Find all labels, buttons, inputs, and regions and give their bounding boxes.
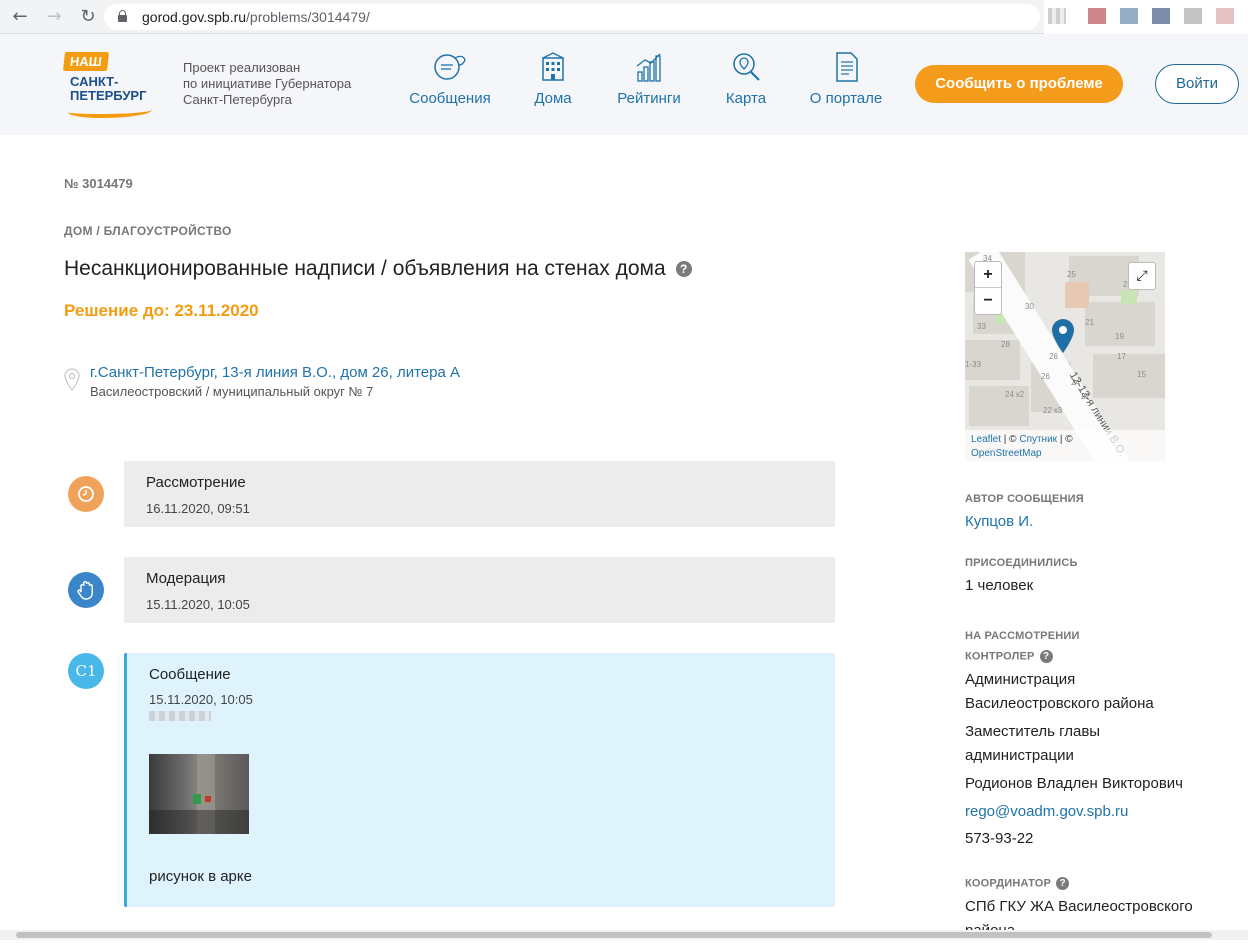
browser-toolbar: ← → ↻ gorod.gov.spb.ru/problems/3014479/ bbox=[0, 0, 1248, 34]
timeline-item-moderation: Модерация 15.11.2020, 10:05 bbox=[124, 557, 835, 623]
address-bar[interactable]: gorod.gov.spb.ru/problems/3014479/ bbox=[104, 4, 1040, 30]
extension-icon[interactable] bbox=[1184, 8, 1202, 24]
review-label: НА РАССМОТРЕНИИ bbox=[965, 630, 1080, 642]
extension-icon[interactable] bbox=[1048, 8, 1066, 24]
extension-icon[interactable] bbox=[1120, 8, 1138, 24]
document-icon bbox=[836, 52, 858, 82]
location-map[interactable]: 34 25 23 30 21 33 28 19 26 17 26 24 15 2… bbox=[965, 252, 1165, 461]
problem-number: № 3014479 bbox=[64, 176, 133, 191]
problem-title: Несанкционированные надписи / объявления… bbox=[64, 257, 692, 281]
controller-phone: 573-93-22 bbox=[965, 830, 1034, 847]
site-header: НАШ САНКТ- ПЕТЕРБУРГ Проект реализован п… bbox=[0, 34, 1248, 135]
controller-org: Администрация Василеостровского района bbox=[965, 671, 1154, 712]
nav-map[interactable]: Карта bbox=[720, 50, 772, 107]
login-button[interactable]: Войти bbox=[1155, 64, 1239, 104]
map-attribution: Leaflet | © Спутник | © OpenStreetMap bbox=[965, 430, 1165, 461]
problem-address-link[interactable]: г.Санкт-Петербург, 13-я линия В.О., дом … bbox=[90, 364, 460, 381]
map-search-icon bbox=[733, 53, 760, 81]
back-button[interactable]: ← bbox=[8, 5, 32, 29]
help-icon[interactable]: ? bbox=[1056, 877, 1070, 890]
message-text: рисунок в арке bbox=[149, 868, 252, 885]
coordinator-label: КООРДИНАТОР? bbox=[965, 877, 1070, 890]
messages-icon bbox=[434, 54, 466, 80]
help-icon[interactable]: ? bbox=[675, 261, 692, 278]
map-zoom-control: + − bbox=[974, 261, 1002, 315]
joined-label: ПРИСОЕДИНИЛИСЬ bbox=[965, 557, 1078, 569]
horizontal-scrollbar[interactable] bbox=[0, 930, 1248, 940]
controller-name: Родионов Владлен Викторович bbox=[965, 775, 1183, 792]
controller-label: КОНТРОЛЕР? bbox=[965, 650, 1053, 663]
extension-icon[interactable] bbox=[1152, 8, 1170, 24]
reload-button[interactable]: ↻ bbox=[76, 5, 100, 29]
extension-icon[interactable] bbox=[1088, 8, 1106, 24]
message-photo[interactable] bbox=[149, 754, 249, 834]
forward-button[interactable]: → bbox=[42, 5, 66, 29]
location-pin-icon bbox=[64, 368, 80, 391]
controller-email-link[interactable]: rego@voadm.gov.spb.ru bbox=[965, 803, 1128, 820]
nav-about[interactable]: О портале bbox=[805, 50, 887, 107]
report-problem-button[interactable]: Сообщить о проблеме bbox=[915, 65, 1123, 103]
fullscreen-icon[interactable]: ⤢ bbox=[1128, 262, 1156, 290]
joined-value: 1 человек bbox=[965, 577, 1034, 594]
nav-messages[interactable]: Сообщения bbox=[404, 50, 496, 107]
zoom-out-button[interactable]: − bbox=[975, 288, 1001, 314]
timeline-item-review: Рассмотрение 16.11.2020, 09:51 bbox=[124, 461, 835, 527]
map-marker-icon[interactable] bbox=[1051, 318, 1075, 354]
blurred-text bbox=[149, 711, 211, 721]
extensions-area bbox=[1044, 0, 1248, 34]
problem-district: Василеостровский / муниципальный округ №… bbox=[90, 384, 374, 399]
site-logo[interactable]: НАШ САНКТ- ПЕТЕРБУРГ bbox=[63, 52, 160, 122]
timeline-item-message: Сообщение 15.11.2020, 10:05 рисунок в ар… bbox=[124, 653, 835, 907]
ratings-icon bbox=[636, 53, 661, 82]
author-name-link[interactable]: Купцов И. bbox=[965, 513, 1033, 530]
url-text: gorod.gov.spb.ru/problems/3014479/ bbox=[142, 9, 370, 25]
nav-houses[interactable]: Дома bbox=[528, 50, 578, 107]
extension-icon[interactable] bbox=[1216, 8, 1234, 24]
scrollbar-thumb[interactable] bbox=[16, 932, 1212, 938]
lock-icon bbox=[118, 10, 127, 22]
help-icon[interactable]: ? bbox=[1039, 650, 1053, 663]
zoom-in-button[interactable]: + bbox=[975, 262, 1001, 288]
hand-icon bbox=[68, 572, 104, 608]
tagline: Проект реализован по инициативе Губернат… bbox=[183, 60, 352, 107]
problem-category: ДОМ / БЛАГОУСТРОЙСТВО bbox=[64, 224, 232, 238]
nav-ratings[interactable]: Рейтинги bbox=[612, 50, 686, 107]
deadline: Решение до: 23.11.2020 bbox=[64, 301, 259, 320]
controller-position: Заместитель главы администрации bbox=[965, 723, 1101, 764]
message-badge: C1 bbox=[68, 653, 104, 689]
building-icon bbox=[542, 52, 564, 81]
author-label: АВТОР СООБЩЕНИЯ bbox=[965, 493, 1084, 505]
clock-icon bbox=[68, 476, 104, 512]
